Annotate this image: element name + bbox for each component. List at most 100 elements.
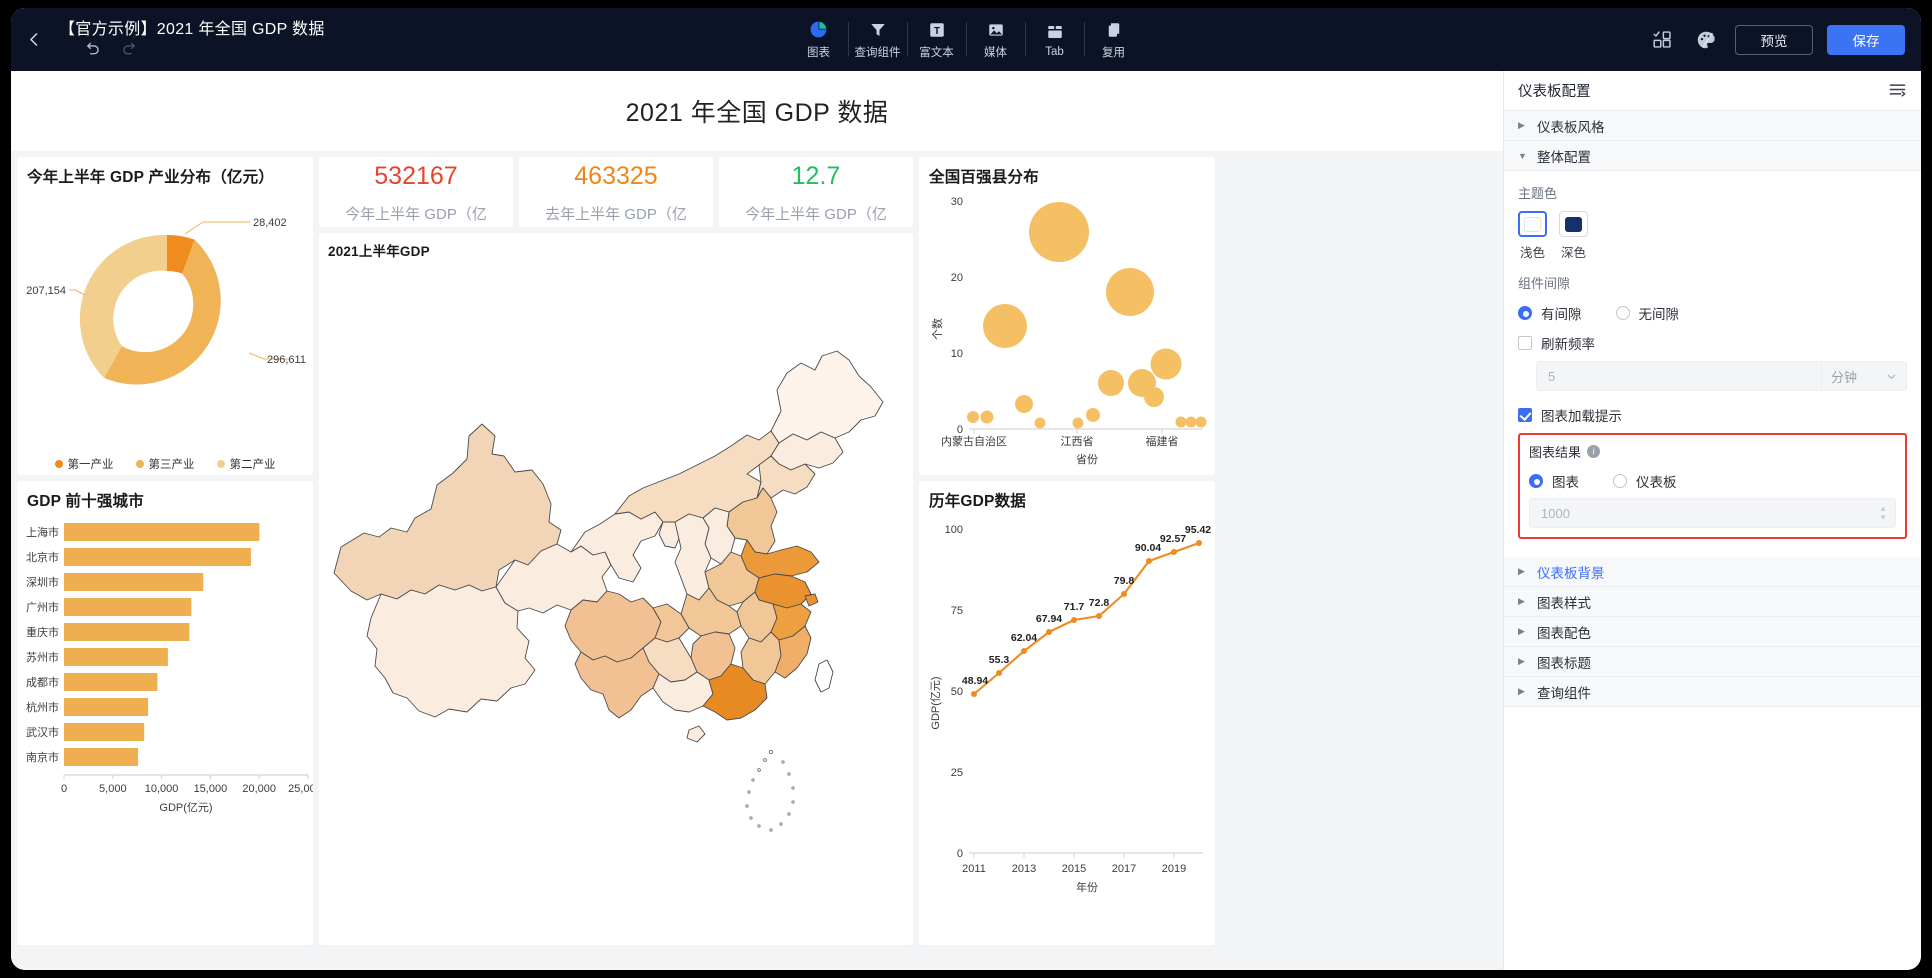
tool-rich-text[interactable]: T 富文本 — [907, 8, 966, 71]
legend-item-tertiary[interactable]: 第三产业 — [135, 456, 195, 472]
loading-tip-checkbox-row[interactable]: 图表加载提示 — [1518, 405, 1907, 425]
svg-text:福建省: 福建省 — [1146, 434, 1179, 448]
redo-button[interactable] — [120, 41, 137, 58]
gap-option-with-label: 有间隙 — [1541, 307, 1582, 322]
section-chart-palette[interactable]: ▶ 图表配色 — [1504, 617, 1921, 647]
list-settings-button[interactable] — [1888, 80, 1907, 102]
save-button[interactable]: 保存 — [1827, 24, 1905, 55]
china-choropleth-map — [333, 350, 884, 832]
svg-text:成都市: 成都市 — [26, 675, 59, 689]
svg-text:2019: 2019 — [1162, 863, 1186, 875]
config-panel-title: 仪表板配置 — [1518, 84, 1591, 100]
legend-item-primary[interactable]: 第一产业 — [54, 456, 114, 472]
tab-icon — [1046, 22, 1064, 42]
dashboard-canvas[interactable]: 2021 年全国 GDP 数据 今年上半年 GDP 产业分布（亿元） 28,40… — [11, 71, 1503, 970]
redo-icon — [123, 42, 135, 55]
radio-dashboard — [1613, 474, 1627, 488]
chart-result-option-chart[interactable]: 图表 — [1529, 471, 1579, 491]
tool-chart[interactable]: 图表 — [789, 8, 848, 71]
theme-option-dark[interactable]: 深色 — [1559, 211, 1588, 261]
svg-text:92.57: 92.57 — [1160, 533, 1186, 545]
refresh-rate-unit-select[interactable]: 分钟 — [1821, 361, 1907, 391]
theme-option-light[interactable]: 浅色 — [1518, 211, 1547, 261]
document-title: 【官方示例】2021 年全国 GDP 数据 — [59, 21, 325, 38]
section-chart-style[interactable]: ▶ 图表样式 — [1504, 587, 1921, 617]
tool-media[interactable]: 媒体 — [966, 8, 1025, 71]
stepper-down-icon: ▼ — [1879, 512, 1887, 522]
svg-text:武汉市: 武汉市 — [26, 725, 59, 739]
insert-tools: 图表 查询组件 T 富文本 媒体 Tab 复用 — [789, 8, 1143, 71]
radio-chart — [1529, 474, 1543, 488]
gap-option-with[interactable]: 有间隙 — [1518, 303, 1582, 323]
scatter-x-axis-label: 省份 — [1076, 453, 1098, 466]
tool-chart-label: 图表 — [807, 46, 830, 59]
kpi-value-2: 463325 — [574, 161, 658, 190]
layout-grid-button[interactable] — [1647, 25, 1677, 55]
widget-industry-donut[interactable]: 今年上半年 GDP 产业分布（亿元） 28,402 296,611 207,15… — [17, 157, 313, 475]
section-query-component[interactable]: ▶ 查询组件 — [1504, 677, 1921, 707]
theme-palette-button[interactable] — [1691, 25, 1721, 55]
svg-text:北京市: 北京市 — [26, 550, 59, 564]
legend-label-tertiary: 第三产业 — [148, 459, 195, 471]
info-icon[interactable]: i — [1587, 445, 1601, 458]
refresh-rate-unit-value: 分钟 — [1831, 369, 1858, 385]
bar-hangzhou — [64, 698, 149, 716]
refresh-rate-label: 刷新频率 — [1541, 337, 1595, 352]
chart-result-option-dashboard[interactable]: 仪表板 — [1613, 471, 1677, 491]
chevron-down-icon: ▼ — [1518, 150, 1527, 161]
svg-text:15,000: 15,000 — [194, 783, 228, 795]
top100-counties-title: 全国百强县分布 — [929, 169, 1039, 186]
line-series-gdp — [972, 541, 1201, 696]
tool-tab[interactable]: Tab — [1025, 8, 1084, 71]
widget-kpi-current-half[interactable]: 532167 今年上半年 GDP（亿 — [319, 157, 513, 227]
section-dashboard-background[interactable]: ▶ 仪表板背景 — [1504, 557, 1921, 587]
widget-top-cities-bar[interactable]: GDP 前十强城市 上海市 北京市 深圳市 广州市 重庆市 苏州市 成都市 杭州… — [17, 481, 313, 945]
legend-item-secondary[interactable]: 第二产业 — [216, 456, 276, 472]
tool-reuse[interactable]: 复用 — [1084, 8, 1143, 71]
widget-kpi-last-half[interactable]: 463325 去年上半年 GDP（亿 — [519, 157, 713, 227]
legend-dot-primary — [54, 460, 63, 468]
section-chart-title[interactable]: ▶ 图表标题 — [1504, 647, 1921, 677]
bar-shanghai — [64, 523, 260, 541]
text-box-icon: T — [928, 20, 946, 40]
widget-kpi-growth[interactable]: 12.7 今年上半年 GDP（亿 — [719, 157, 913, 227]
svg-text:25: 25 — [951, 767, 963, 779]
chart-result-number-input[interactable]: 1000 ▲ ▼ — [1529, 498, 1896, 528]
radio-no-gap — [1615, 306, 1630, 320]
line-y-axis-label: GDP(亿元) — [929, 676, 942, 729]
widget-china-map[interactable]: 2021上半年GDP — [319, 233, 913, 945]
svg-text:10: 10 — [951, 348, 963, 360]
section-dashboard-style[interactable]: ▶ 仪表板风格 — [1504, 111, 1921, 141]
svg-text:0: 0 — [957, 848, 963, 860]
widget-top100-counties[interactable]: 全国百强县分布 0 10 20 30 个数 内蒙古自治区 江西省 福建省 省份 — [919, 157, 1215, 475]
svg-text:48.94: 48.94 — [962, 675, 988, 687]
line-point-labels: 48.94 55.3 62.04 67.94 71.7 72.8 79.8 90… — [962, 524, 1211, 687]
theme-color-label: 主题色 — [1518, 186, 1558, 201]
gap-option-none[interactable]: 无间隙 — [1615, 303, 1679, 323]
chevron-right-icon: ▶ — [1518, 626, 1525, 636]
kpi-label-2: 去年上半年 GDP（亿 — [545, 205, 687, 223]
image-icon — [987, 20, 1005, 40]
preview-button[interactable]: 预览 — [1735, 24, 1813, 55]
chevron-right-icon: ▶ — [1518, 656, 1525, 666]
gdp-history-title: 历年GDP数据 — [929, 493, 1026, 510]
bubble-series — [967, 202, 1207, 429]
tool-query-component[interactable]: 查询组件 — [848, 8, 907, 71]
scatter-y-ticks: 0 10 20 30 — [951, 196, 963, 436]
chevron-right-icon: ▶ — [1518, 686, 1525, 696]
number-stepper[interactable]: ▲ ▼ — [1879, 504, 1887, 522]
svg-text:上海市: 上海市 — [26, 525, 59, 539]
section-overall-config[interactable]: ▼ 整体配置 — [1504, 141, 1921, 171]
refresh-rate-checkbox-row[interactable]: 刷新频率 — [1518, 333, 1907, 353]
refresh-rate-input[interactable]: 5 — [1536, 361, 1821, 391]
section-chart-style-label: 图表样式 — [1537, 595, 1591, 611]
undo-button[interactable] — [85, 41, 102, 58]
svg-text:T: T — [934, 25, 940, 36]
svg-text:30: 30 — [951, 196, 963, 208]
dashboard-title-card[interactable]: 2021 年全国 GDP 数据 — [11, 71, 1503, 151]
widget-gdp-history-line[interactable]: 历年GDP数据 0 25 50 75 100 GDP(亿元) 48.94 55.… — [919, 481, 1215, 945]
svg-text:67.94: 67.94 — [1036, 613, 1062, 625]
chevron-right-icon: ▶ — [1518, 120, 1525, 130]
back-button[interactable] — [11, 8, 57, 71]
svg-text:2013: 2013 — [1012, 863, 1036, 875]
